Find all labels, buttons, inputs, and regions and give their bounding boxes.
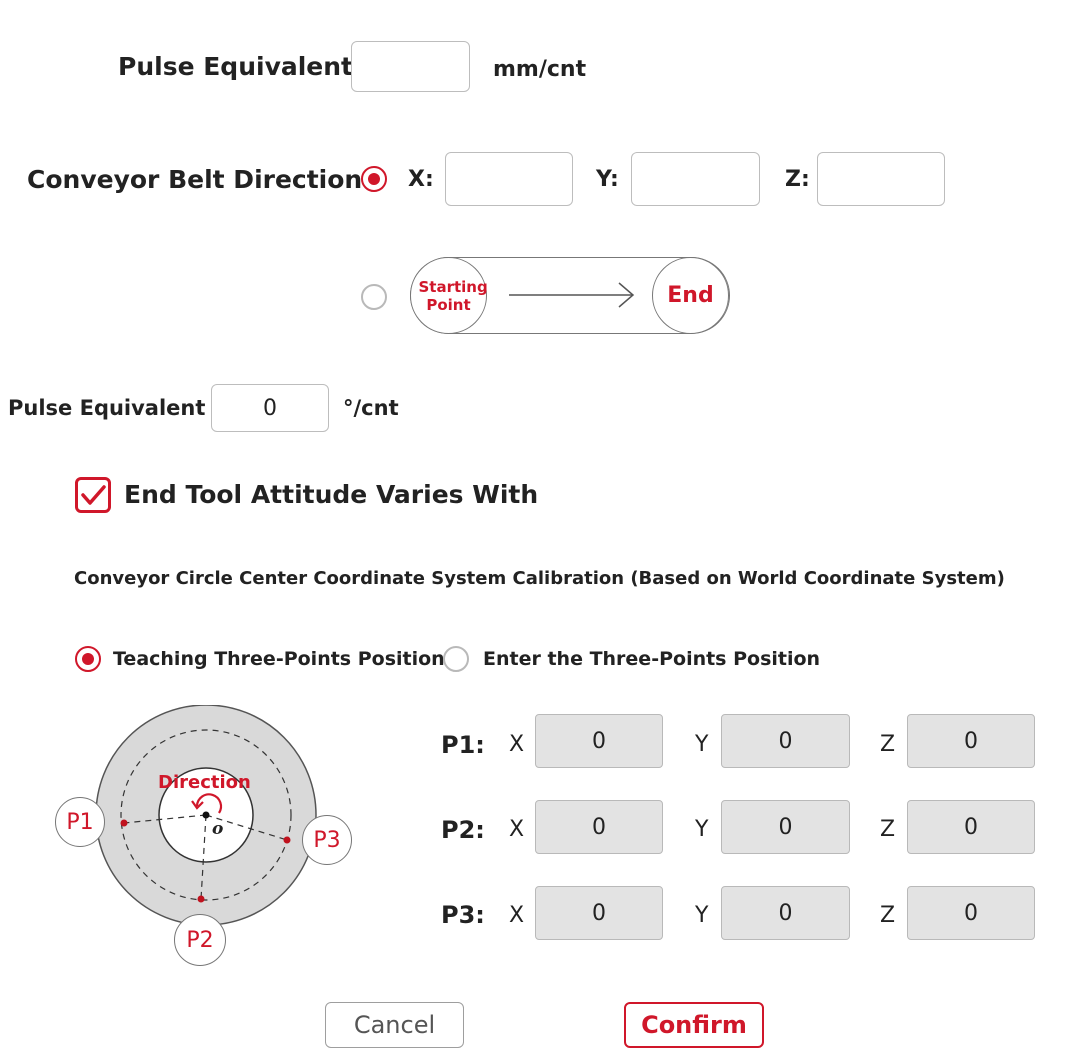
direction-y-input[interactable] [631, 152, 760, 206]
angular-pulse-equivalent-input[interactable]: 0 [211, 384, 329, 432]
end-label: End [667, 283, 714, 308]
p2-marker: P2 [174, 914, 226, 966]
p1-z-input[interactable]: 0 [907, 714, 1035, 768]
direction-z-input[interactable] [817, 152, 945, 206]
p1-y-input[interactable]: 0 [721, 714, 850, 768]
teach-mode-label: Teaching Three-Points Position [113, 648, 445, 670]
pulse-equivalent-input[interactable] [351, 41, 470, 92]
angular-pulse-equivalent-unit: °/cnt [343, 396, 399, 420]
p1-x-input[interactable]: 0 [535, 714, 663, 768]
direction-label: Direction [158, 772, 251, 793]
belt-arrow-icon [509, 282, 635, 308]
p3-label: P3: [441, 901, 485, 929]
direction-x-input[interactable] [445, 152, 573, 206]
p2-x-input[interactable]: 0 [535, 800, 663, 854]
p1-label: P1: [441, 731, 485, 759]
starting-point-circle: Starting Point [410, 257, 488, 334]
direction-xyz-radio[interactable] [361, 166, 387, 192]
p1-z-label: Z [880, 732, 896, 757]
p2-label: P2: [441, 816, 485, 844]
p1-marker-label: P1 [66, 809, 94, 835]
pulse-equivalent-unit: mm/cnt [493, 57, 587, 82]
p1-x-label: X [509, 732, 525, 757]
end-circle: End [652, 257, 729, 334]
p3-y-label: Y [695, 903, 709, 928]
p1-y-label: Y [695, 732, 709, 757]
angular-pulse-equivalent-label: Pulse Equivalent [8, 396, 206, 420]
p3-y-input[interactable]: 0 [721, 886, 850, 940]
attitude-checkbox[interactable] [75, 477, 111, 513]
cancel-button[interactable]: Cancel [325, 1002, 464, 1048]
p3-marker-label: P3 [313, 827, 341, 853]
p2-marker-label: P2 [186, 927, 214, 953]
p3-x-label: X [509, 903, 525, 928]
p3-x-input[interactable]: 0 [535, 886, 663, 940]
p2-y-input[interactable]: 0 [721, 800, 850, 854]
p2-y-label: Y [695, 817, 709, 842]
p1-marker: P1 [55, 797, 105, 847]
teach-mode-radio[interactable] [75, 646, 101, 672]
p2-z-label: Z [880, 817, 896, 842]
checkmark-icon [81, 485, 106, 505]
x-label: X: [408, 167, 434, 192]
center-label: o [212, 819, 224, 839]
direction-belt-radio[interactable] [361, 284, 387, 310]
conveyor-belt-direction-label: Conveyor Belt Direction [27, 165, 363, 194]
p2-x-label: X [509, 817, 525, 842]
p3-z-input[interactable]: 0 [907, 886, 1035, 940]
confirm-button[interactable]: Confirm [624, 1002, 764, 1048]
enter-mode-radio[interactable] [443, 646, 469, 672]
p3-marker: P3 [302, 815, 352, 865]
p3-z-label: Z [880, 903, 896, 928]
p2-z-input[interactable]: 0 [907, 800, 1035, 854]
starting-point-label: Starting Point [418, 277, 488, 314]
pulse-equivalent-label: Pulse Equivalent [118, 52, 354, 81]
enter-mode-label: Enter the Three-Points Position [483, 648, 821, 670]
z-label: Z: [785, 167, 810, 192]
y-label: Y: [596, 167, 619, 192]
calibration-title: Conveyor Circle Center Coordinate System… [74, 568, 1005, 589]
attitude-checkbox-label: End Tool Attitude Varies With [124, 480, 539, 509]
